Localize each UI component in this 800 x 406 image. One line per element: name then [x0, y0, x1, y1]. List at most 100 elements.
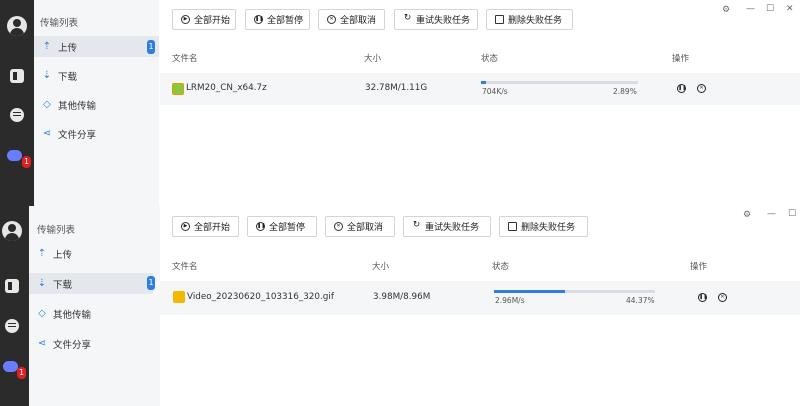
app-rail: 1: [0, 206, 29, 406]
progress-fill: [494, 290, 566, 293]
sidebar-item-download[interactable]: ⇣ 下载: [34, 65, 159, 86]
sidebar-item-upload[interactable]: ⇡ 上传: [34, 36, 159, 57]
delete-failed-button[interactable]: 删除失败任务: [486, 9, 573, 30]
column-header-status: 状态: [481, 54, 499, 64]
button-label: 全部取消: [340, 16, 377, 26]
close-icon[interactable]: ✕: [786, 4, 794, 14]
sidebar-item-label: 文件分享: [53, 339, 92, 351]
column-header-status: 状态: [492, 262, 510, 272]
button-label: 全部开始: [194, 223, 231, 233]
settings-icon[interactable]: ⚙: [722, 5, 730, 15]
settings-icon[interactable]: ⚙: [743, 210, 751, 220]
table-row[interactable]: Video_20230620_103316_320.gif 3.98M/8.96…: [160, 281, 800, 315]
button-label: 重试失败任务: [416, 16, 471, 26]
file-name: LRM20_CN_x64.7z: [186, 83, 267, 93]
progress-percent: 2.89%: [613, 87, 637, 96]
retry-icon: ↻: [412, 220, 421, 230]
play-icon: ▶: [181, 222, 190, 231]
sidebar: 传输列表 ⇡ 上传 1 ⇣ 下载 ◇ 其他传输 ⋖ 文件分享: [34, 0, 159, 206]
start-all-button[interactable]: ▶ 全部开始: [172, 216, 239, 237]
sidebar-item-other-transfer[interactable]: ◇ 其他传输: [29, 303, 160, 324]
button-label: 全部暂停: [267, 16, 304, 26]
upload-icon: ⇡: [37, 247, 47, 259]
sidebar-item-file-share[interactable]: ⋖ 文件分享: [29, 333, 160, 354]
upload-icon: ⇡: [42, 40, 52, 52]
transfer-speed: 704K/s: [482, 87, 508, 96]
trash-icon: [495, 15, 504, 24]
close-icon[interactable]: ✕: [718, 293, 727, 302]
sidebar-title: 传输列表: [40, 18, 79, 29]
share-icon: ⋖: [42, 127, 52, 139]
delete-failed-button[interactable]: 删除失败任务: [499, 216, 588, 237]
sidebar-item-label: 文件分享: [58, 129, 97, 141]
pause-icon: ❚❚: [256, 222, 266, 231]
sidebar-item-label: 上传: [53, 249, 73, 261]
upload-count-badge: 1: [147, 40, 155, 54]
sidebar-item-file-share[interactable]: ⋖ 文件分享: [34, 123, 159, 144]
transfer-icon: ◇: [38, 307, 46, 319]
column-header-size: 大小: [372, 262, 390, 272]
pause-icon: ❚❚: [254, 15, 264, 24]
avatar[interactable]: [7, 16, 27, 36]
file-size: 32.78M/1.11G: [365, 83, 428, 93]
rail-badge: 1: [17, 367, 26, 379]
column-header-actions: 操作: [690, 262, 708, 272]
sidebar-item-upload[interactable]: ⇡ 上传: [29, 243, 160, 264]
button-label: 删除失败任务: [521, 223, 576, 233]
cancel-all-button[interactable]: ✕ 全部取消: [325, 216, 395, 237]
close-icon: ✕: [327, 15, 336, 24]
column-header-name: 文件名: [172, 54, 198, 64]
button-label: 重试失败任务: [425, 223, 480, 233]
app-rail: 1: [0, 0, 34, 206]
start-all-button[interactable]: ▶ 全部开始: [172, 9, 236, 30]
download-icon: ⇣: [37, 277, 47, 289]
minimize-icon[interactable]: —: [767, 209, 776, 219]
table-row[interactable]: LRM20_CN_x64.7z 32.78M/1.11G 704K/s 2.89…: [160, 73, 800, 105]
column-header-size: 大小: [364, 54, 382, 64]
close-icon[interactable]: ✕: [697, 84, 706, 93]
pause-all-button[interactable]: ❚❚ 全部暂停: [247, 216, 317, 237]
button-label: 全部暂停: [269, 223, 306, 233]
retry-failed-button[interactable]: ↻ 重试失败任务: [403, 216, 491, 237]
maximize-icon[interactable]: ☐: [788, 209, 796, 219]
sidebar-item-other-transfer[interactable]: ◇ 其他传输: [34, 94, 159, 115]
minimize-icon[interactable]: —: [746, 4, 755, 14]
chat-icon[interactable]: [10, 108, 24, 122]
pause-all-button[interactable]: ❚❚ 全部暂停: [245, 9, 310, 30]
progress-percent: 44.37%: [626, 296, 655, 305]
pause-icon[interactable]: ❚❚: [677, 84, 686, 93]
column-header-actions: 操作: [672, 54, 690, 64]
files-icon[interactable]: [5, 279, 19, 293]
sidebar: 传输列表 ⇡ 上传 ⇣ 下载 1 ◇ 其他传输 ⋖ 文件分享: [29, 206, 160, 406]
sidebar-item-label: 上传: [58, 42, 78, 54]
chat-icon[interactable]: [5, 319, 19, 333]
close-icon: ✕: [334, 222, 343, 231]
retry-failed-button[interactable]: ↻ 重试失败任务: [394, 9, 478, 30]
sidebar-title: 传输列表: [37, 225, 76, 236]
download-window: 1 传输列表 ⇡ 上传 ⇣ 下载 1 ◇ 其他传输 ⋖ 文件分享 ▶ 全部开始 …: [0, 206, 800, 406]
transfer-speed: 2.96M/s: [495, 296, 525, 305]
cancel-all-button[interactable]: ✕ 全部取消: [318, 9, 385, 30]
column-header-name: 文件名: [172, 262, 198, 272]
button-label: 删除失败任务: [508, 16, 563, 26]
pause-icon[interactable]: ❚❚: [698, 293, 707, 302]
transfer-icon: ◇: [43, 98, 51, 110]
cloud-icon[interactable]: [3, 361, 18, 372]
sidebar-item-label: 其他传输: [53, 309, 92, 321]
rail-badge: 1: [22, 156, 31, 168]
sidebar-item-label: 下载: [53, 279, 73, 291]
button-label: 全部开始: [194, 16, 231, 26]
download-count-badge: 1: [147, 276, 155, 290]
sidebar-item-download[interactable]: ⇣ 下载: [29, 273, 153, 294]
files-icon[interactable]: [10, 69, 24, 83]
cloud-icon[interactable]: [7, 150, 22, 161]
file-size: 3.98M/8.96M: [373, 292, 431, 302]
download-icon: ⇣: [42, 69, 52, 81]
sidebar-item-label: 下载: [58, 71, 78, 83]
maximize-icon[interactable]: ☐: [766, 4, 774, 14]
trash-icon: [508, 222, 517, 231]
gif-file-icon: [173, 291, 185, 303]
progress-bar: [494, 290, 655, 293]
avatar[interactable]: [2, 221, 22, 241]
button-label: 全部取消: [347, 223, 384, 233]
